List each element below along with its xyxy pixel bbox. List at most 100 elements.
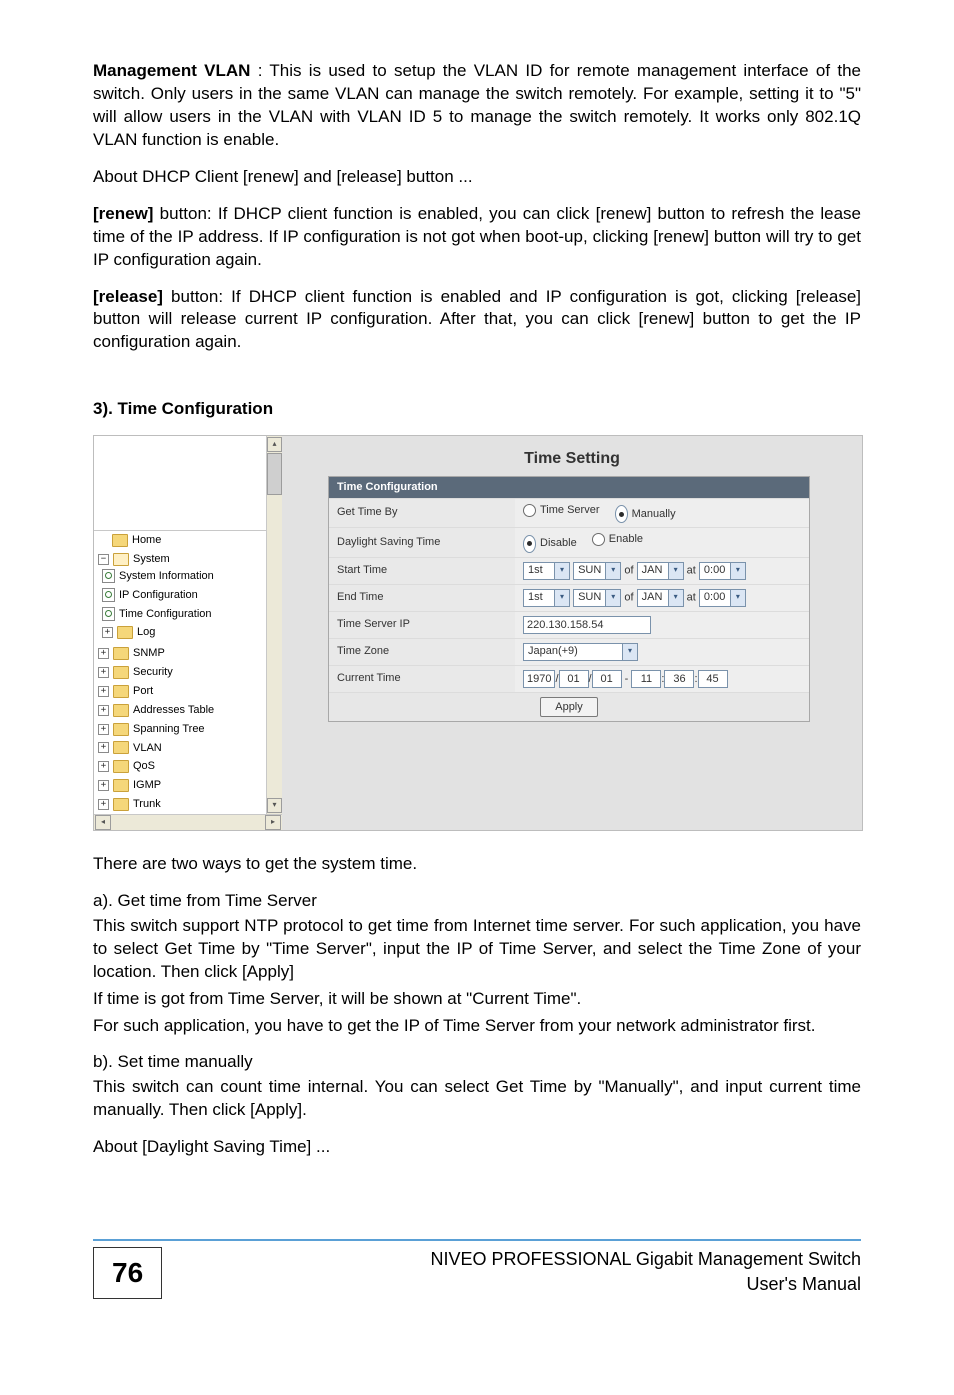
- label-time-server-ip: Time Server IP: [329, 611, 515, 638]
- expand-icon[interactable]: +: [98, 742, 109, 753]
- current-second-input[interactable]: 45: [698, 670, 728, 688]
- footer-product-name: NIVEO PROFESSIONAL Gigabit Management Sw…: [162, 1247, 861, 1271]
- expand-icon[interactable]: +: [98, 799, 109, 810]
- collapse-icon[interactable]: −: [98, 554, 109, 565]
- tree-system[interactable]: − System: [98, 552, 266, 567]
- tree-vlan[interactable]: +VLAN: [98, 741, 266, 756]
- nav-tree-pane: Home − System System Information IP Confi…: [94, 436, 282, 830]
- scroll-thumb[interactable]: [267, 453, 282, 495]
- text-of: of: [624, 591, 633, 603]
- tree-home[interactable]: Home: [98, 533, 266, 548]
- current-hour-input[interactable]: 11: [631, 670, 661, 688]
- page-number: 76: [93, 1247, 162, 1299]
- apply-button[interactable]: Apply: [540, 697, 598, 718]
- current-day-input[interactable]: 01: [592, 670, 622, 688]
- chevron-down-icon: ▾: [605, 590, 620, 606]
- expand-icon[interactable]: +: [98, 761, 109, 772]
- label-release: [release]: [93, 287, 163, 306]
- nav-tree: Home − System System Information IP Confi…: [94, 530, 266, 814]
- radio-dst-enable[interactable]: Enable: [592, 532, 643, 547]
- start-day-select[interactable]: SUN▾: [573, 562, 621, 580]
- expand-icon[interactable]: +: [102, 627, 113, 638]
- scroll-left-icon[interactable]: ◂: [95, 815, 111, 830]
- footer-manual-name: User's Manual: [162, 1272, 861, 1296]
- scroll-up-icon[interactable]: ▴: [267, 437, 282, 452]
- expand-icon[interactable]: +: [98, 724, 109, 735]
- folder-icon: [113, 779, 129, 792]
- text-release: button: If DHCP client function is enabl…: [93, 287, 861, 352]
- expand-icon[interactable]: +: [98, 705, 109, 716]
- paragraph-manual: This switch can count time internal. You…: [93, 1076, 861, 1122]
- tree-ip-configuration[interactable]: IP Configuration: [102, 588, 266, 603]
- screenshot-time-setting: Home − System System Information IP Confi…: [93, 435, 863, 831]
- start-time-select[interactable]: 0:00▾: [699, 562, 746, 580]
- folder-icon: [113, 723, 129, 736]
- current-minute-input[interactable]: 36: [664, 670, 694, 688]
- scroll-down-icon[interactable]: ▾: [267, 798, 282, 813]
- expand-icon[interactable]: +: [98, 648, 109, 659]
- text-at: at: [687, 591, 696, 603]
- expand-icon[interactable]: +: [98, 667, 109, 678]
- tree-trunk[interactable]: +Trunk: [98, 797, 266, 812]
- tree-log[interactable]: +Log: [102, 625, 266, 640]
- end-day-select[interactable]: SUN▾: [573, 589, 621, 607]
- tree-security[interactable]: +Security: [98, 665, 266, 680]
- text-renew: button: If DHCP client function is enabl…: [93, 204, 861, 269]
- chevron-down-icon: ▾: [668, 590, 683, 606]
- time-configuration-panel: Time Configuration Get Time By Time Serv…: [328, 476, 810, 723]
- radio-dst-disable[interactable]: Disable: [523, 535, 577, 553]
- chevron-down-icon: ▾: [622, 644, 637, 660]
- chevron-down-icon: ▾: [554, 590, 569, 606]
- label-get-time-by: Get Time By: [329, 498, 515, 527]
- folder-icon: [117, 626, 133, 639]
- tree-snmp[interactable]: +SNMP: [98, 646, 266, 661]
- paragraph-two-ways: There are two ways to get the system tim…: [93, 853, 861, 876]
- text-of: of: [624, 564, 633, 576]
- time-zone-select[interactable]: Japan(+9)▾: [523, 643, 638, 661]
- page-icon: [102, 607, 115, 621]
- chevron-down-icon: ▾: [668, 563, 683, 579]
- tree-port[interactable]: +Port: [98, 684, 266, 699]
- radio-icon: [523, 504, 536, 517]
- paragraph-renew: [renew] button: If DHCP client function …: [93, 203, 861, 272]
- tree-vertical-scrollbar[interactable]: ▴ ▾: [266, 436, 282, 814]
- content-pane: Time Setting Time Configuration Get Time…: [282, 436, 862, 830]
- chevron-down-icon: ▾: [730, 590, 745, 606]
- scroll-right-icon[interactable]: ▸: [265, 815, 281, 830]
- expand-icon[interactable]: +: [98, 780, 109, 791]
- current-year-input[interactable]: 1970: [523, 670, 555, 688]
- label-current-time: Current Time: [329, 665, 515, 692]
- folder-open-icon: [113, 553, 129, 566]
- paragraph-current-time: If time is got from Time Server, it will…: [93, 988, 861, 1011]
- time-configuration-form: Get Time By Time Server Manually Dayligh…: [329, 498, 809, 722]
- current-month-input[interactable]: 01: [559, 670, 589, 688]
- radio-time-server[interactable]: Time Server: [523, 503, 600, 518]
- radio-manually[interactable]: Manually: [615, 505, 676, 523]
- tree-addresses-table[interactable]: +Addresses Table: [98, 703, 266, 718]
- tree-home-label: Home: [132, 533, 161, 548]
- tree-horizontal-scrollbar[interactable]: ◂ ▸: [94, 814, 282, 830]
- end-month-select[interactable]: JAN▾: [637, 589, 684, 607]
- tree-igmp[interactable]: +IGMP: [98, 778, 266, 793]
- start-ordinal-select[interactable]: 1st▾: [523, 562, 570, 580]
- tree-qos[interactable]: +QoS: [98, 759, 266, 774]
- page-icon: [102, 588, 115, 602]
- tree-system-label: System: [133, 552, 170, 567]
- end-ordinal-select[interactable]: 1st▾: [523, 589, 570, 607]
- expand-icon[interactable]: +: [98, 686, 109, 697]
- chevron-down-icon: ▾: [605, 563, 620, 579]
- paragraph-dhcp-intro: About DHCP Client [renew] and [release] …: [93, 166, 861, 189]
- heading-time-configuration: 3). Time Configuration: [93, 398, 861, 421]
- label-time-zone: Time Zone: [329, 638, 515, 665]
- text-at: at: [687, 564, 696, 576]
- tree-system-information[interactable]: System Information: [102, 569, 266, 584]
- heading-set-time-manually: b). Set time manually: [93, 1051, 861, 1074]
- tree-spanning-tree[interactable]: +Spanning Tree: [98, 722, 266, 737]
- tree-time-configuration[interactable]: Time Configuration: [102, 607, 266, 622]
- sep-dash: -: [625, 673, 629, 685]
- start-month-select[interactable]: JAN▾: [637, 562, 684, 580]
- end-time-select[interactable]: 0:00▾: [699, 589, 746, 607]
- page-title: Time Setting: [282, 448, 862, 470]
- paragraph-release: [release] button: If DHCP client functio…: [93, 286, 861, 355]
- time-server-ip-input[interactable]: 220.130.158.54: [523, 616, 651, 634]
